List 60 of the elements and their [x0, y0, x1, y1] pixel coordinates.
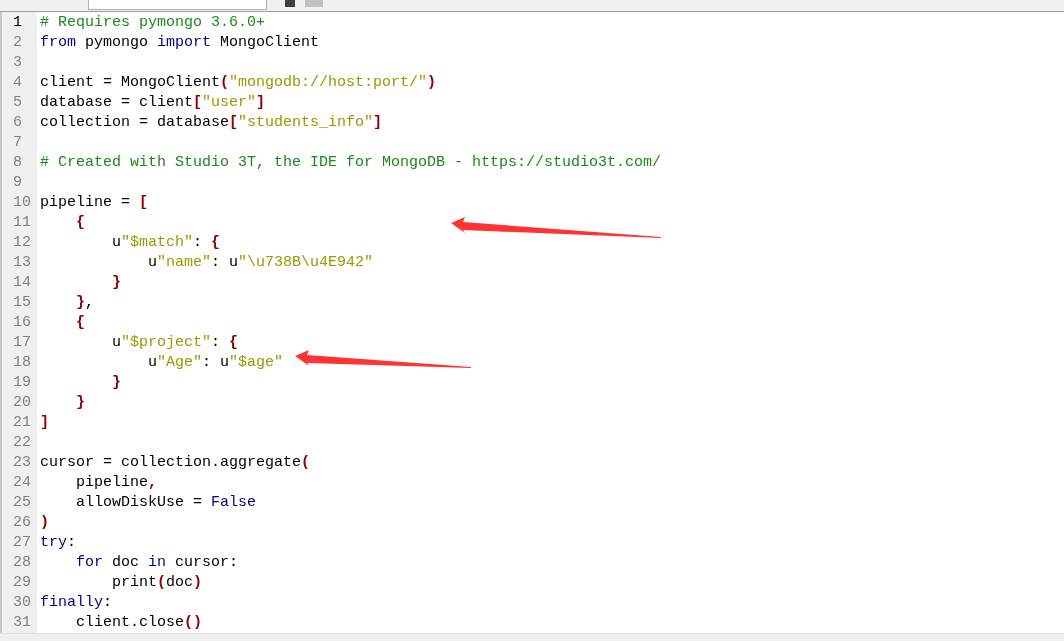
line-number: 22: [12, 432, 32, 453]
code-line: # Created with Studio 3T, the IDE for MongoDB - https://studio3t.com/: [40, 152, 662, 173]
code-line: u"$match": {: [111, 232, 221, 253]
line-number: 7: [12, 132, 23, 153]
line-number: 4: [12, 72, 23, 93]
code-editor[interactable]: [0, 11, 1064, 633]
code-line: print(doc): [111, 572, 203, 593]
line-number: 28: [12, 552, 32, 573]
code-line: finally:: [40, 592, 113, 613]
line-number: 8: [12, 152, 23, 173]
line-number: 26: [12, 512, 32, 533]
line-number: 15: [12, 292, 32, 313]
line-number: 1: [12, 12, 23, 33]
line-number: 3: [12, 52, 23, 73]
code-line: {: [75, 212, 85, 233]
code-line: {: [75, 312, 85, 333]
line-number: 23: [12, 452, 32, 473]
line-number: 14: [12, 272, 32, 293]
line-number: 19: [12, 372, 32, 393]
line-number: 30: [12, 592, 32, 613]
code-line: for doc in cursor:: [75, 552, 239, 573]
code-line: }: [75, 392, 85, 413]
line-number: 17: [12, 332, 32, 353]
code-line: try:: [40, 532, 77, 553]
line-number: 16: [12, 312, 32, 333]
code-line: }: [111, 372, 121, 393]
code-line: pipeline,: [75, 472, 158, 493]
code-line: ]: [40, 412, 49, 433]
line-number: 18: [12, 352, 32, 373]
code-line: cursor = collection.aggregate(: [40, 452, 311, 473]
code-line: database = client["user"]: [40, 92, 266, 113]
line-number: 12: [12, 232, 32, 253]
code-line: client.close(): [75, 612, 203, 633]
line-number: 25: [12, 492, 32, 513]
code-line: ): [40, 512, 49, 533]
code-line: pipeline = [: [40, 192, 149, 213]
code-line: },: [75, 292, 95, 313]
line-number: 11: [12, 212, 32, 233]
line-number: 13: [12, 252, 32, 273]
text-field[interactable]: [88, 0, 267, 10]
code-line: allowDiskUse = False: [75, 492, 257, 513]
code-line: client = MongoClient("mongodb://host:port/"): [40, 72, 437, 93]
line-number: 20: [12, 392, 32, 413]
line-number: 29: [12, 572, 32, 593]
line-number: 21: [12, 412, 32, 433]
line-number: 5: [12, 92, 23, 113]
line-number: 6: [12, 112, 23, 133]
code-line: u"Age": u"$age": [147, 352, 284, 373]
code-line: }: [111, 272, 121, 293]
code-line: from pymongo import MongoClient: [40, 32, 320, 53]
line-number: 9: [12, 172, 23, 193]
line-number: 2: [12, 32, 23, 53]
line-number: 27: [12, 532, 32, 553]
line-number: 24: [12, 472, 32, 493]
line-number: 31: [12, 612, 32, 633]
code-line: u"$project": {: [111, 332, 239, 353]
code-line: # Requires pymongo 3.6.0+: [40, 12, 266, 33]
line-number: 10: [12, 192, 32, 213]
code-line: collection = database["students_info"]: [40, 112, 383, 133]
code-line: u"name": u"\u738B\u4E942": [147, 252, 374, 273]
